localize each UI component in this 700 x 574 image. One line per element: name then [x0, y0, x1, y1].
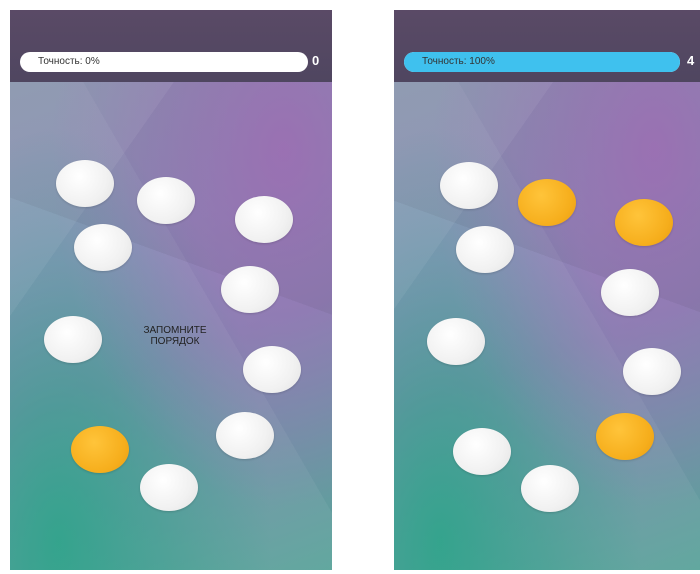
memory-circle-6[interactable]: [427, 318, 485, 365]
memory-circle-2[interactable]: [137, 177, 195, 224]
game-screen-right: Точность: 100% 4: [394, 10, 700, 570]
hint-line-1: ЗАПОМНИТЕ: [143, 325, 207, 336]
game-screen-left: Точность: 0% 0 ЗАПОМНИТЕ ПОРЯДОК: [10, 10, 332, 570]
memory-circle-2-highlighted[interactable]: [518, 179, 576, 226]
memory-circle-3[interactable]: [235, 196, 293, 243]
memory-circle-5[interactable]: [221, 266, 279, 313]
accuracy-bar: Точность: 0%: [20, 52, 308, 72]
memory-circle-9[interactable]: [453, 428, 511, 475]
score: 4: [687, 53, 695, 68]
memory-circle-10[interactable]: [521, 465, 579, 512]
memorize-order-hint: ЗАПОМНИТЕ ПОРЯДОК: [127, 325, 223, 347]
memory-circle-8[interactable]: [216, 412, 274, 459]
memory-circle-9-highlighted[interactable]: [71, 426, 129, 473]
memory-circle-6[interactable]: [44, 316, 102, 363]
memory-circle-4[interactable]: [456, 226, 514, 273]
memory-circle-7[interactable]: [243, 346, 301, 393]
score: 0: [312, 53, 320, 68]
memory-circle-8-highlighted[interactable]: [596, 413, 654, 460]
memory-circle-7[interactable]: [623, 348, 681, 395]
memory-circle-3-highlighted[interactable]: [615, 199, 673, 246]
accuracy-label: Точность: 0%: [38, 56, 100, 67]
accuracy-bar: Точность: 100%: [404, 52, 680, 72]
memory-circle-5[interactable]: [601, 269, 659, 316]
hint-line-2: ПОРЯДОК: [150, 336, 200, 347]
memory-circle-4[interactable]: [74, 224, 132, 271]
memory-circle-10[interactable]: [140, 464, 198, 511]
accuracy-label: Точность: 100%: [422, 56, 495, 67]
memory-circle-1[interactable]: [56, 160, 114, 207]
memory-circle-1[interactable]: [440, 162, 498, 209]
